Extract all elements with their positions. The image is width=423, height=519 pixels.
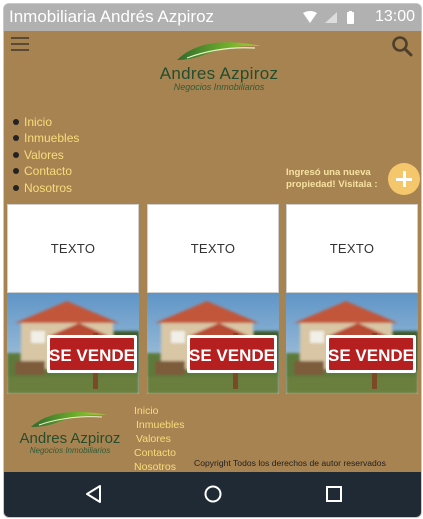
card-textbox: TEXTO bbox=[147, 204, 279, 293]
status-bar: Inmobiliaria Andrés Azpiroz 13:00 bbox=[4, 4, 421, 31]
home-icon[interactable] bbox=[201, 482, 225, 506]
card-text: TEXTO bbox=[190, 241, 236, 256]
logo-tagline: Negocios Inmobiliarios bbox=[173, 82, 265, 92]
app-title: Inmobiliaria Andrés Azpiroz bbox=[9, 7, 215, 26]
app-screen: Inmobiliaria Andrés Azpiroz 13:00 Andres… bbox=[3, 3, 422, 518]
logo-brand: Andres Azpiroz bbox=[159, 64, 279, 83]
nav-item-inmuebles[interactable]: Inmuebles bbox=[12, 130, 79, 146]
hamburger-menu-icon[interactable] bbox=[11, 37, 29, 51]
clock: 13:00 bbox=[374, 8, 415, 25]
signal-icon bbox=[325, 12, 337, 23]
logo-tagline: Negocios Inmobiliarios bbox=[29, 446, 111, 455]
promo-text: Ingresó una nueva propiedad! Visitala : bbox=[286, 167, 378, 190]
sale-sign-text: SE VENDE bbox=[189, 346, 275, 365]
property-card[interactable]: TEXTO SE VENDE bbox=[286, 204, 418, 394]
nav-item-inicio[interactable]: Inicio bbox=[12, 114, 79, 130]
nav-item-contacto[interactable]: Contacto bbox=[12, 163, 79, 179]
property-photo[interactable]: SE VENDE bbox=[286, 293, 418, 394]
sale-sign-text: SE VENDE bbox=[328, 346, 414, 365]
sale-sign-text: SE VENDE bbox=[49, 346, 135, 365]
property-photo[interactable]: SE VENDE bbox=[7, 293, 139, 394]
main-nav: Inicio Inmuebles Valores Contacto Nosotr… bbox=[12, 114, 79, 196]
card-textbox: TEXTO bbox=[286, 204, 418, 293]
card-textbox: TEXTO bbox=[7, 204, 139, 293]
header-logo[interactable]: Andres Azpiroz Negocios Inmobiliarios bbox=[153, 36, 285, 94]
back-icon[interactable] bbox=[82, 482, 106, 506]
nav-item-valores[interactable]: Valores bbox=[12, 147, 79, 163]
footer-logo[interactable]: Andres Azpiroz Negocios Inmobiliarios bbox=[9, 408, 131, 458]
leaf-logo-icon bbox=[177, 42, 261, 60]
footer-link-contacto[interactable]: Contacto bbox=[134, 446, 184, 460]
search-icon[interactable] bbox=[391, 35, 413, 57]
footer-nav: Inicio Inmuebles Valores Contacto Nosotr… bbox=[134, 404, 184, 474]
property-photo[interactable]: SE VENDE bbox=[147, 293, 279, 394]
copyright-text: Copyright Todos los derechos de autor re… bbox=[194, 458, 386, 468]
card-text: TEXTO bbox=[50, 241, 96, 256]
android-nav-bar bbox=[4, 472, 421, 517]
property-card[interactable]: TEXTO SE VENDE bbox=[147, 204, 279, 394]
recents-icon[interactable] bbox=[322, 482, 346, 506]
footer-link-inicio[interactable]: Inicio bbox=[134, 404, 184, 418]
logo-brand: Andres Azpiroz bbox=[19, 430, 121, 447]
leaf-logo-icon bbox=[31, 411, 107, 427]
card-text: TEXTO bbox=[329, 241, 375, 256]
plus-icon[interactable] bbox=[388, 163, 420, 195]
footer-link-valores[interactable]: Valores bbox=[134, 432, 184, 446]
wifi-icon bbox=[303, 11, 317, 23]
nav-item-nosotros[interactable]: Nosotros bbox=[12, 180, 79, 196]
footer-link-inmuebles[interactable]: Inmuebles bbox=[134, 418, 184, 432]
property-card[interactable]: TEXTO SE VENDE bbox=[7, 204, 139, 394]
battery-icon bbox=[347, 12, 354, 24]
status-icons bbox=[303, 11, 354, 24]
